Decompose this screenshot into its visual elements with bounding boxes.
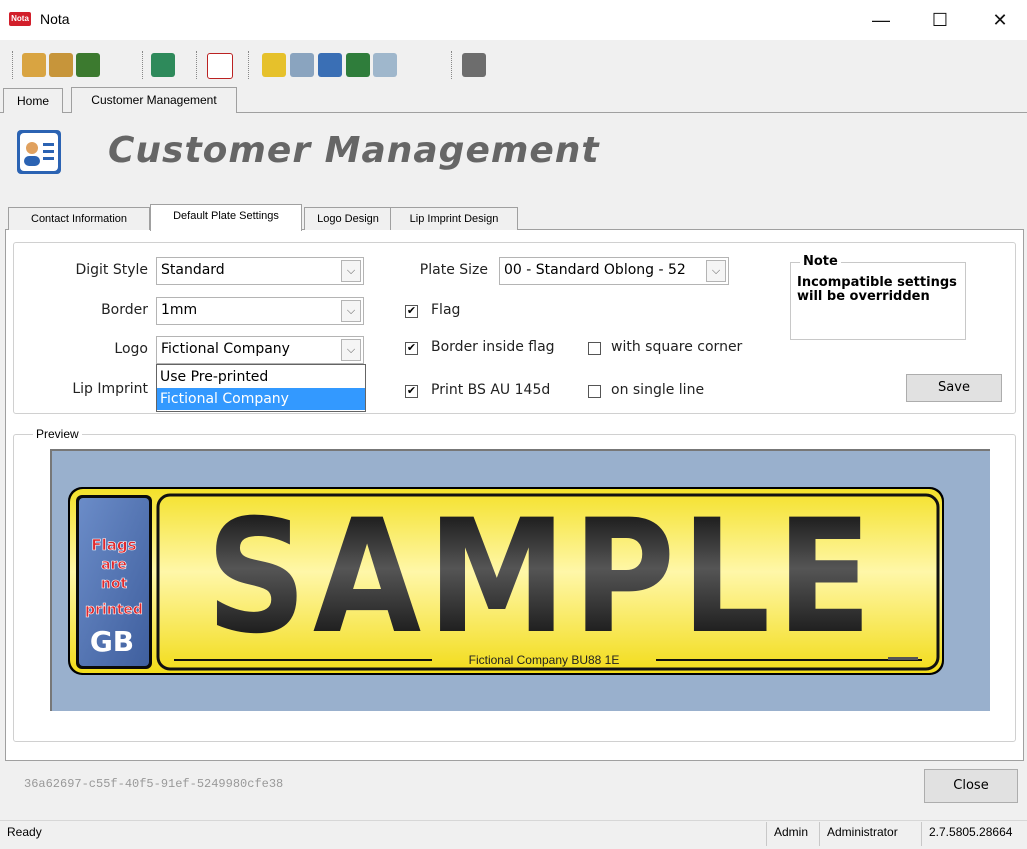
- border-inside-flag-label: Border inside flag: [431, 339, 555, 355]
- status-ready: Ready: [7, 825, 42, 839]
- flag-text-line: are: [101, 557, 127, 573]
- plate-preview-graphic: Flags are not printed GB SAMPLE Fictiona…: [68, 486, 944, 675]
- flag-text-line: not: [101, 576, 128, 592]
- tab-contact-information[interactable]: Contact Information: [8, 207, 150, 230]
- logo-value: Fictional Company: [161, 341, 290, 357]
- save-button[interactable]: Save: [906, 374, 1002, 402]
- toolbar-separator: [142, 51, 144, 79]
- exit-icon[interactable]: [76, 53, 100, 77]
- print-settings-icon[interactable]: [373, 53, 397, 77]
- border-select[interactable]: 1mm ⌵: [156, 297, 364, 325]
- plate-size-select[interactable]: 00 - Standard Oblong - 52 ⌵: [499, 257, 729, 285]
- dropdown-option[interactable]: Use Pre-printed: [157, 366, 365, 388]
- digit-style-label: Digit Style: [75, 262, 148, 278]
- border-inside-flag-checkbox[interactable]: ✔: [405, 342, 418, 355]
- square-corner-label: with square corner: [611, 339, 743, 355]
- grid-icon[interactable]: [290, 53, 314, 77]
- tab-logo-design[interactable]: Logo Design: [304, 207, 392, 230]
- contact-card-icon[interactable]: [318, 53, 342, 77]
- maximize-button[interactable]: ☐: [917, 0, 963, 40]
- flag-text-line: printed: [85, 602, 143, 618]
- add-customer-icon[interactable]: [22, 53, 46, 77]
- s-icon[interactable]: [262, 53, 286, 77]
- print-bs-label: Print BS AU 145d: [431, 382, 551, 398]
- toolbar-grip: [12, 51, 14, 79]
- page-title: Customer Management: [108, 130, 600, 171]
- chevron-down-icon[interactable]: ⌵: [341, 339, 361, 361]
- text-icon[interactable]: [207, 53, 233, 79]
- status-version: 2.7.5805.28664: [929, 825, 1013, 839]
- border-value: 1mm: [161, 302, 198, 318]
- status-separator: [766, 822, 767, 846]
- flag-country-code: GB: [90, 625, 134, 658]
- note-title: Note: [800, 254, 841, 269]
- record-guid: 36a62697-c55f-40f5-91ef-5249980cfe38: [24, 777, 284, 791]
- window-title: Nota: [40, 11, 70, 27]
- border-label: Border: [101, 302, 148, 318]
- customer-card-icon: [17, 130, 61, 174]
- app-logo-icon: Nota: [9, 12, 31, 26]
- tab-customer-management[interactable]: Customer Management: [71, 87, 237, 113]
- close-button[interactable]: Close: [924, 769, 1018, 803]
- chevron-down-icon[interactable]: ⌵: [706, 260, 726, 282]
- square-corner-checkbox[interactable]: [588, 342, 601, 355]
- toolbar-separator: [248, 51, 250, 79]
- tab-default-plate-settings[interactable]: Default Plate Settings: [150, 204, 302, 231]
- toolbar-separator: [451, 51, 453, 79]
- close-window-button[interactable]: ✕: [977, 0, 1023, 40]
- status-role: Administrator: [827, 825, 898, 839]
- plate-size-value: 00 - Standard Oblong - 52: [504, 262, 686, 278]
- print-bs-checkbox[interactable]: ✔: [405, 385, 418, 398]
- preview-label: Preview: [33, 427, 82, 441]
- status-user: Admin: [774, 825, 809, 839]
- tab-lip-imprint-design[interactable]: Lip Imprint Design: [390, 207, 518, 230]
- note-text: Incompatible settings will be overridden: [797, 275, 957, 304]
- dropdown-option-selected[interactable]: Fictional Company: [157, 388, 365, 410]
- logo-select[interactable]: Fictional Company ⌵: [156, 336, 364, 364]
- flag-label: Flag: [431, 302, 461, 318]
- plate-preview: Flags are not printed GB SAMPLE Fictiona…: [50, 449, 990, 711]
- plate-registration-text: SAMPLE: [206, 486, 878, 669]
- chevron-down-icon[interactable]: ⌵: [341, 300, 361, 322]
- logo-label: Logo: [114, 341, 148, 357]
- flag-text-line: Flags: [91, 536, 136, 554]
- single-line-label: on single line: [611, 382, 705, 398]
- plate-size-label: Plate Size: [419, 262, 488, 278]
- logo-dropdown-list[interactable]: Use Pre-printed Fictional Company: [156, 364, 366, 412]
- toolbar-separator: [196, 51, 198, 79]
- lip-imprint-label: Lip Imprint: [72, 381, 148, 397]
- sql-icon[interactable]: [346, 53, 370, 77]
- tab-home[interactable]: Home: [3, 88, 63, 113]
- digit-style-value: Standard: [161, 262, 225, 278]
- single-line-checkbox[interactable]: [588, 385, 601, 398]
- status-separator: [921, 822, 922, 846]
- plate-dealer-text: Fictional Company BU88 1E: [469, 653, 620, 667]
- minimize-button[interactable]: —: [858, 0, 904, 40]
- vault-icon[interactable]: [462, 53, 486, 77]
- chevron-down-icon[interactable]: ⌵: [341, 260, 361, 282]
- digit-style-select[interactable]: Standard ⌵: [156, 257, 364, 285]
- flag-checkbox[interactable]: ✔: [405, 305, 418, 318]
- customer-icon[interactable]: [49, 53, 73, 77]
- status-separator: [819, 822, 820, 846]
- cs-icon[interactable]: [151, 53, 175, 77]
